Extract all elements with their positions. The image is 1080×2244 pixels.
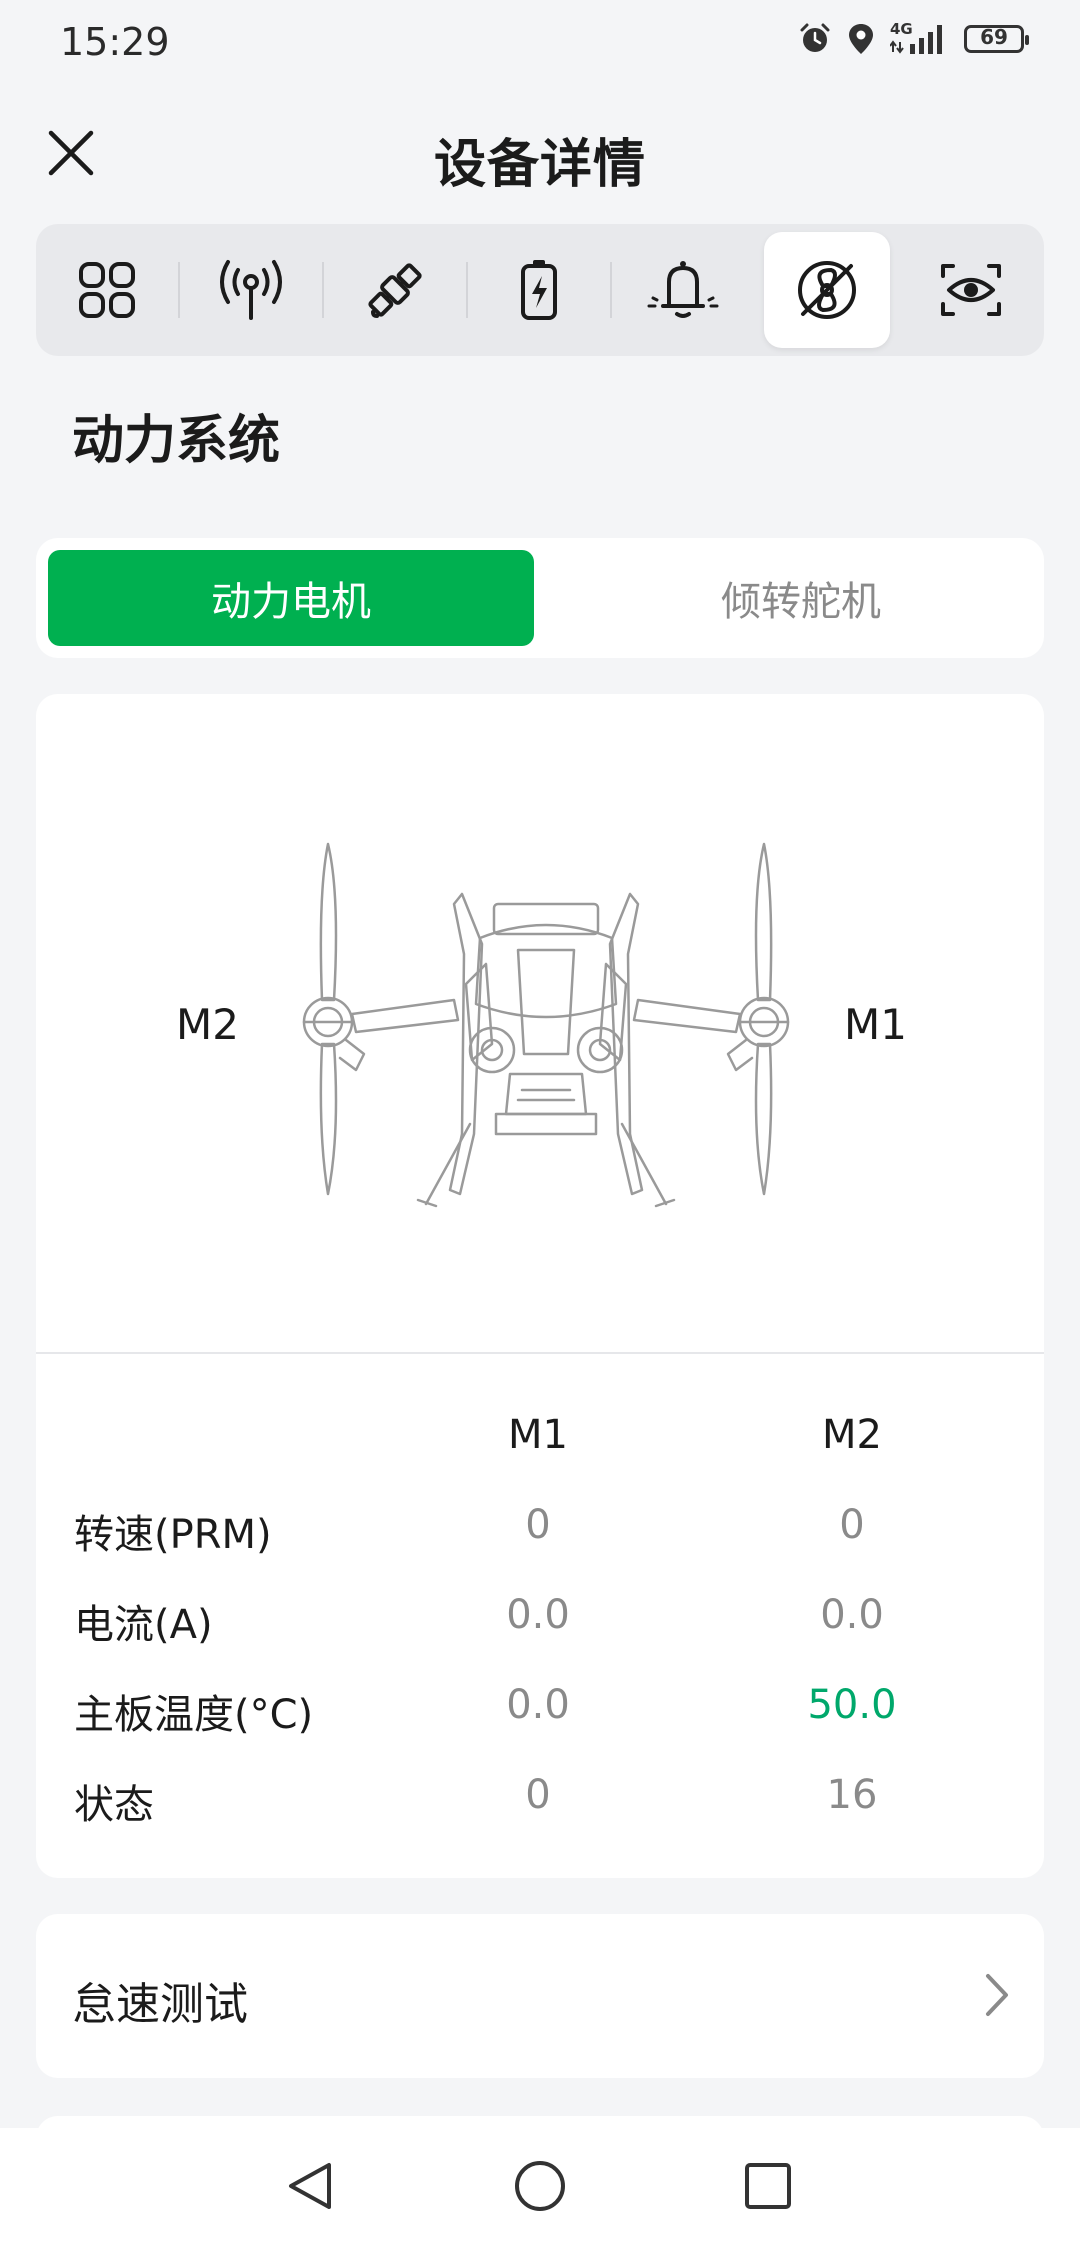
status-icons: 4G 69 [798,20,1029,56]
column-header-m2: M2 [822,1412,882,1458]
system-nav-bar [0,2128,1080,2244]
segment-power-motor[interactable]: 动力电机 [48,550,534,646]
chevron-right-icon [986,1974,1008,2016]
cell-status-m1: 0 [525,1772,551,1818]
tab-separator [322,262,324,318]
motor-label-m1: M1 [844,1000,907,1049]
eye-scan-icon [941,264,1001,316]
antenna-signal-icon [220,260,282,320]
tab-power-system[interactable] [764,232,890,348]
card-divider [36,1352,1044,1354]
cell-temp-m2: 50.0 [807,1682,897,1728]
alarm-clock-icon [800,23,830,52]
home-circle-icon [515,2161,565,2211]
row-label-status: 状态 [74,1782,154,1828]
battery-level: 69 [980,25,1008,49]
nav-home-button[interactable] [510,2156,570,2216]
battery-charging-icon [521,260,557,320]
cell-status-m2: 16 [826,1772,878,1818]
page-title: 设备详情 [433,135,646,195]
drone-diagram: M2 M1 [36,694,1044,1354]
column-header-m1: M1 [508,1412,568,1458]
network-indicator: 4G [890,20,950,56]
list-item-label: 怠速测试 [72,1979,248,2030]
tab-separator [466,262,468,318]
drone-illustration [302,842,790,1208]
status-time: 15:29 [60,20,170,64]
tab-satellite[interactable] [332,232,458,348]
satellite-icon [368,263,422,318]
row-label-rpm: 转速(PRM) [74,1512,272,1558]
motor-card: M2 M1 M1 M2 转速(PRM) 0 0 电流(A) 0.0 0.0 主板… [36,694,1044,1878]
tab-separator [610,262,612,318]
segment-tilt-servo[interactable]: 倾转舵机 [558,550,1044,646]
grid-icon [79,262,135,318]
tab-vision[interactable] [908,232,1034,348]
cell-rpm-m2: 0 [839,1502,865,1548]
section-title: 动力系统 [72,411,281,471]
cell-current-m1: 0.0 [506,1592,570,1638]
category-tabs [36,224,1044,356]
nav-recents-button[interactable] [738,2156,798,2216]
cell-temp-m1: 0.0 [506,1682,570,1728]
tab-signal[interactable] [188,232,314,348]
list-item-idle-test[interactable]: 怠速测试 [36,1914,1044,2078]
propeller-icon [798,261,856,319]
header: 设备详情 [0,84,1080,224]
cell-rpm-m1: 0 [525,1502,551,1548]
segmented-control: 动力电机 倾转舵机 [36,538,1044,658]
back-triangle-icon [289,2163,331,2209]
status-bar: 15:29 4G 69 [0,0,1080,84]
tab-battery[interactable] [476,232,602,348]
cell-current-m2: 0.0 [820,1592,884,1638]
recents-square-icon [745,2163,791,2209]
tab-overview[interactable] [44,232,170,348]
tab-separator [178,262,180,318]
signal-bars-icon [890,25,942,54]
alarm-bell-icon [647,261,719,318]
row-label-current: 电流(A) [74,1602,213,1648]
battery-icon: 69 [964,25,1029,53]
tab-alerts[interactable] [620,232,746,348]
row-label-board-temp: 主板温度(°C) [74,1692,314,1738]
location-pin-icon [849,24,873,54]
motor-label-m2: M2 [176,1000,239,1049]
nav-back-button[interactable] [280,2156,340,2216]
